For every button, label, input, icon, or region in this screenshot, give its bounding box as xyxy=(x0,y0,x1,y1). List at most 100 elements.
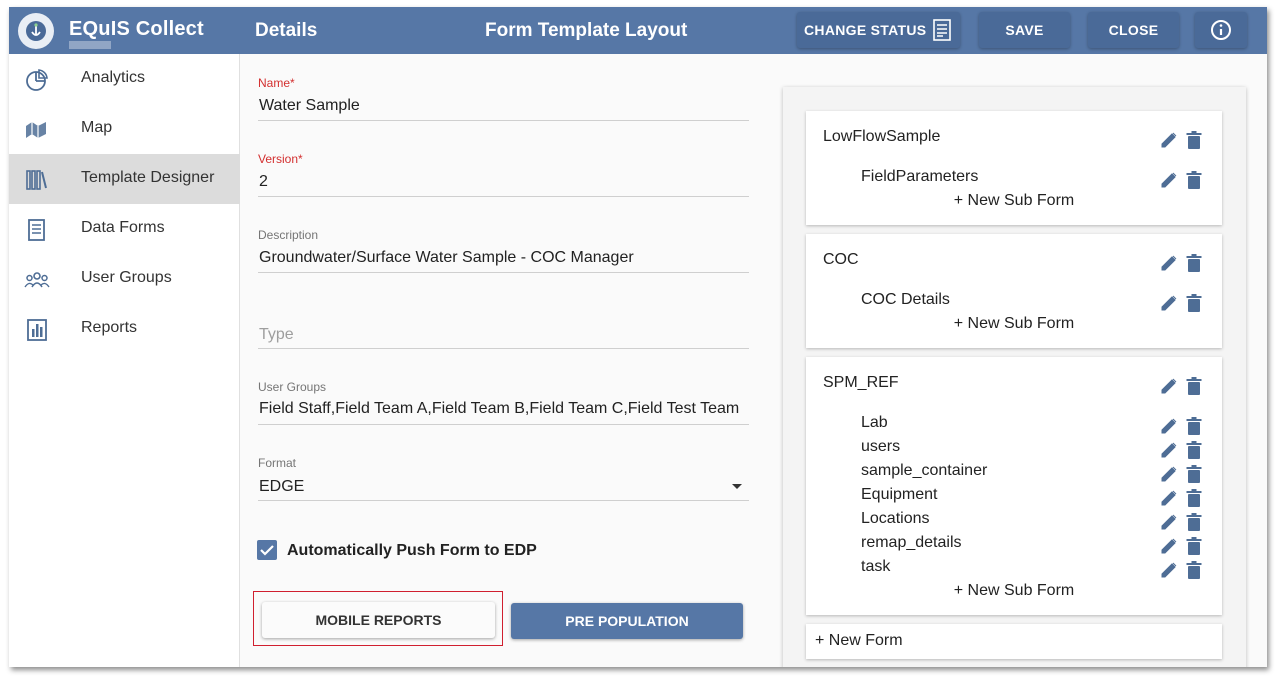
app-name: EQuIS Collect xyxy=(69,18,204,40)
pencil-icon[interactable] xyxy=(1160,171,1178,189)
info-button[interactable] xyxy=(1195,12,1247,48)
pencil-icon[interactable] xyxy=(1160,294,1178,312)
pencil-icon[interactable] xyxy=(1160,254,1178,272)
pencil-icon[interactable] xyxy=(1160,465,1178,483)
pencil-icon[interactable] xyxy=(1160,561,1178,579)
form-card: LowFlowSample FieldParameters + New Sub … xyxy=(806,111,1222,225)
pre-population-button[interactable]: PRE POPULATION xyxy=(511,603,743,639)
app-logo[interactable] xyxy=(18,13,54,49)
chevron-down-icon[interactable] xyxy=(732,484,742,489)
version-field[interactable]: 2 xyxy=(259,173,268,191)
trash-icon[interactable] xyxy=(1186,171,1202,189)
form-name: COC xyxy=(823,251,859,268)
trash-icon[interactable] xyxy=(1186,513,1202,531)
layout-title: Form Template Layout xyxy=(485,20,688,41)
trash-icon[interactable] xyxy=(1186,294,1202,312)
new-sub-form-link[interactable]: + New Sub Form xyxy=(806,582,1222,600)
form-name: SPM_REF xyxy=(823,374,899,391)
document-icon xyxy=(933,19,951,41)
change-status-button[interactable]: CHANGE STATUS xyxy=(797,12,960,48)
map-icon xyxy=(26,122,46,138)
details-title: Details xyxy=(255,20,318,41)
mobile-reports-button[interactable]: MOBILE REPORTS xyxy=(262,602,495,638)
people-icon xyxy=(24,272,50,288)
description-field[interactable]: Groundwater/Surface Water Sample - COC M… xyxy=(259,249,634,267)
trash-icon[interactable] xyxy=(1186,417,1202,435)
pencil-icon[interactable] xyxy=(1160,537,1178,555)
sidebar-item-label: Template Designer xyxy=(81,169,215,186)
form-card: SPM_REF Lab users sample_container Equip… xyxy=(806,357,1222,615)
subform-name: COC Details xyxy=(861,291,950,308)
version-label: Version* xyxy=(258,152,303,166)
sidebar-item-label: User Groups xyxy=(81,269,172,286)
pencil-icon[interactable] xyxy=(1160,417,1178,435)
user-groups-underline xyxy=(258,424,749,425)
trash-icon[interactable] xyxy=(1186,441,1202,459)
sidebar-item-label: Analytics xyxy=(81,69,146,86)
sidebar-item-data-forms[interactable]: Data Forms xyxy=(9,204,240,254)
type-field[interactable]: Type xyxy=(259,326,294,344)
trash-icon[interactable] xyxy=(1186,131,1202,149)
subform-name: FieldParameters xyxy=(861,168,979,185)
auto-push-checkbox[interactable] xyxy=(257,540,277,560)
app-header: EQuIS Collect Details Form Template Layo… xyxy=(9,7,1267,54)
sidebar-item-analytics[interactable]: Analytics xyxy=(9,54,240,104)
close-button[interactable]: CLOSE xyxy=(1088,12,1179,48)
save-button[interactable]: SAVE xyxy=(979,12,1070,48)
sidebar-item-label: Map xyxy=(81,119,113,136)
format-select[interactable]: EDGE xyxy=(259,478,304,496)
bar-chart-icon xyxy=(27,319,47,341)
subform-name: Locations xyxy=(861,510,930,527)
pencil-icon[interactable] xyxy=(1160,513,1178,531)
format-underline xyxy=(258,500,749,501)
type-underline xyxy=(258,348,749,349)
sidebar-item-reports[interactable]: Reports xyxy=(9,304,240,354)
sidebar-item-template-designer[interactable]: Template Designer xyxy=(9,154,240,204)
user-groups-field[interactable]: Field Staff,Field Team A,Field Team B,Fi… xyxy=(259,400,739,418)
name-underline xyxy=(258,120,749,121)
trash-icon[interactable] xyxy=(1186,377,1202,395)
app-subtitle-blur xyxy=(69,41,111,49)
new-form-label: + New Form xyxy=(815,632,903,649)
user-groups-label: User Groups xyxy=(258,380,327,394)
description-label: Description xyxy=(258,228,319,242)
subform-name: users xyxy=(861,438,901,455)
subform-name: sample_container xyxy=(861,462,988,479)
sidebar-item-user-groups[interactable]: User Groups xyxy=(9,254,240,304)
subform-name: remap_details xyxy=(861,534,962,551)
subform-name: Lab xyxy=(861,414,888,431)
auto-push-label: Automatically Push Form to EDP xyxy=(287,542,537,559)
books-icon xyxy=(26,170,47,190)
description-underline xyxy=(258,272,749,273)
document-icon xyxy=(28,219,45,241)
logo-icon xyxy=(26,21,46,41)
trash-icon[interactable] xyxy=(1186,254,1202,272)
new-sub-form-link[interactable]: + New Sub Form xyxy=(806,192,1222,210)
format-label: Format xyxy=(258,456,297,470)
trash-icon[interactable] xyxy=(1186,561,1202,579)
sidebar-item-label: Data Forms xyxy=(81,219,165,236)
pencil-icon[interactable] xyxy=(1160,131,1178,149)
form-card: COC COC Details + New Sub Form xyxy=(806,234,1222,348)
app-window: EQuIS Collect Details Form Template Layo… xyxy=(9,7,1267,667)
pencil-icon[interactable] xyxy=(1160,489,1178,507)
sidebar: Analytics Map Template Designer Data For… xyxy=(9,54,240,667)
version-underline xyxy=(258,196,749,197)
change-status-label: CHANGE STATUS xyxy=(804,22,927,38)
new-form-button[interactable]: + New Form xyxy=(806,624,1222,659)
form-name: LowFlowSample xyxy=(823,128,941,145)
trash-icon[interactable] xyxy=(1186,465,1202,483)
new-sub-form-link[interactable]: + New Sub Form xyxy=(806,315,1222,333)
trash-icon[interactable] xyxy=(1186,537,1202,555)
trash-icon[interactable] xyxy=(1186,489,1202,507)
sidebar-item-map[interactable]: Map xyxy=(9,104,240,154)
pie-chart-icon xyxy=(26,69,48,91)
subform-name: Equipment xyxy=(861,486,938,503)
pencil-icon[interactable] xyxy=(1160,441,1178,459)
info-icon xyxy=(1211,20,1231,40)
pencil-icon[interactable] xyxy=(1160,377,1178,395)
name-label: Name* xyxy=(258,76,295,90)
name-field[interactable]: Water Sample xyxy=(259,97,360,115)
sidebar-item-label: Reports xyxy=(81,319,138,336)
checkmark-icon xyxy=(260,545,274,556)
